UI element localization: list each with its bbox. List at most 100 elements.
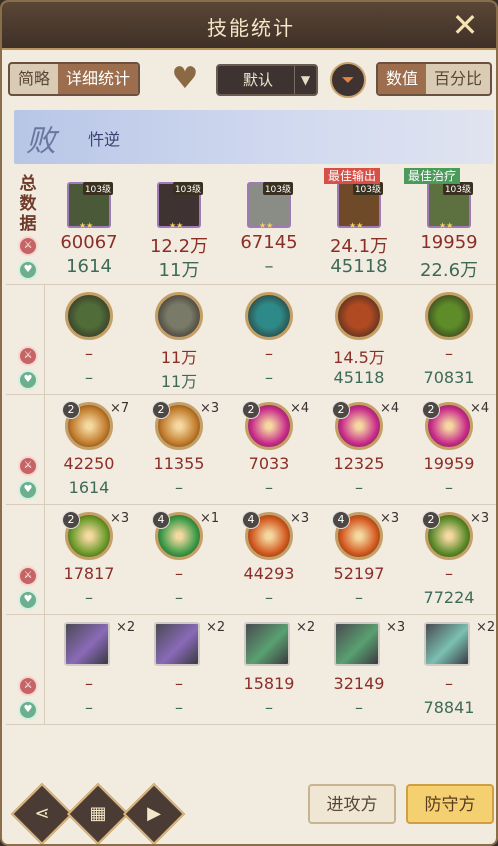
skill-cast-count: ×3 [200,401,220,416]
skill-level-badge: 2 [422,511,440,529]
stat-row: ×2 – – ×2 – – ×2 15819 – ×3 32149 – ×2 – 78841 [6,614,496,724]
heal-icon [18,590,38,610]
artifact-count: ×3 [386,620,406,635]
summary-char: 数 [19,194,37,214]
hero-portrait[interactable]: 103级 ★★ [427,182,473,230]
heal-icon [18,480,38,500]
stat-row: 2 ×3 17817 – 4 ×1 – – 4 ×3 44293 – 4 ×3 52197 – 2 ×3 – 7722… [6,504,496,614]
cell-heal: 78841 [423,698,475,717]
skill-cast-count: ×4 [470,401,490,416]
cell-heal: – [175,588,183,607]
hero-avatar-icon[interactable] [65,292,113,340]
hero-portrait[interactable]: 103级 ★★ [157,182,203,230]
skill-cast-count: ×4 [290,401,310,416]
defeat-seal: 败 [26,124,56,159]
cell-heal: – [265,588,273,607]
damage-icon [18,676,38,696]
tab-value[interactable]: 数值 [378,64,427,94]
artifact-icon[interactable]: ×2 [64,620,135,666]
artifact-icon[interactable]: ×2 [154,620,225,666]
replay-button[interactable]: ▦ [66,782,130,844]
cell-damage: 7033 [248,454,290,473]
share-icon: ⋖ [34,803,50,824]
hero-avatar-icon[interactable] [155,292,203,340]
hero-avatar-icon[interactable] [245,292,293,340]
hero-total-heal: 11万 [158,260,200,281]
hero-level: 103级 [82,182,113,195]
cell-damage: – [265,344,273,363]
skill-cast-count: ×3 [380,511,400,526]
cell-heal: 70831 [423,368,475,387]
artifact-count: ×2 [476,620,496,635]
skill-cast-count: ×3 [110,511,130,526]
result-banner: 败 忤逆 [14,110,494,164]
tab-summary[interactable]: 简略 [10,64,58,94]
damage-icon [18,236,38,256]
cell-damage: 11355 [153,454,205,473]
summary-char: 总 [19,174,37,194]
artifact-count: ×2 [116,620,136,635]
cell-heal: – [265,698,273,717]
hero-avatar-icon[interactable] [335,292,383,340]
hero-level: 103级 [172,182,203,195]
cell-damage: – [85,344,93,363]
skill-icon[interactable]: 2 ×4 [422,401,489,450]
skill-icon[interactable]: 4 ×1 [152,511,219,560]
row-divider [6,724,496,725]
skill-level-badge: 4 [152,511,170,529]
skill-icon[interactable]: 2 ×4 [242,401,309,450]
hero-portrait[interactable]: 103级 ★★ [337,182,383,230]
hero-level: 103级 [262,182,293,195]
skill-icon[interactable]: 2 ×3 [62,511,129,560]
hero-total-damage: 19959 [420,232,478,253]
cell-heal: – [265,368,273,387]
tab-attacker[interactable]: 进攻方 [308,784,396,824]
skill-cast-count: ×7 [110,401,130,416]
star-rating-icon: ★★ [259,221,274,230]
cell-damage: 52197 [333,564,385,583]
hero-total-heal: 1614 [66,256,112,277]
close-icon[interactable]: ✕ [448,8,482,42]
skill-icon[interactable]: 2 ×3 [152,401,219,450]
skill-icon[interactable]: 2 ×4 [332,401,399,450]
hero-portrait[interactable]: 103级 ★★ [67,182,113,230]
cell-heal: – [355,478,363,497]
skill-icon[interactable]: 2 ×7 [62,401,129,450]
heart-icon[interactable]: ♥ [168,64,202,94]
skill-level-badge: 2 [242,401,260,419]
tab-defender[interactable]: 防守方 [406,784,494,824]
panel-title: 技能统计 [207,16,295,40]
title-bar: 技能统计 ✕ [2,2,496,50]
skill-icon[interactable]: 2 ×3 [422,511,489,560]
summary-char: 据 [19,214,37,234]
artifact-icon[interactable]: ×2 [244,620,315,666]
summary-label: 总 数 据 [14,174,42,234]
tab-percent[interactable]: 百分比 [426,64,490,94]
cell-damage: – [445,564,453,583]
video-button[interactable]: ▶ [122,782,186,844]
cell-heal: – [85,368,93,387]
tab-detailed-stats[interactable]: 详细统计 [58,64,139,94]
cell-damage: 11万 [160,348,198,367]
artifact-icon[interactable]: ×3 [334,620,405,666]
hero-portrait[interactable]: 103级 ★★ [247,182,293,230]
skill-cast-count: ×1 [200,511,220,526]
sort-dropdown[interactable]: 默认 ▼ [216,64,318,96]
cell-heal: – [85,698,93,717]
replay-frame-icon: ▦ [89,803,107,824]
cell-heal: – [355,588,363,607]
artifact-icon[interactable]: ×2 [424,620,495,666]
view-mode-toggle: 简略 详细统计 [8,62,141,96]
skill-icon[interactable]: 4 ×3 [332,511,399,560]
cell-damage: 14.5万 [333,348,385,367]
hero-avatar-icon[interactable] [425,292,473,340]
star-rating-icon: ★★ [349,221,364,230]
skill-level-badge: 2 [62,401,80,419]
skill-icon[interactable]: 4 ×3 [242,511,309,560]
hero-summary-row: 总 数 据 103级 ★★ 60067 1614 103级 ★★ 12.2万 11万 103级 ★… [6,168,496,284]
video-icon: ▶ [147,803,161,824]
share-button[interactable]: ⋖ [10,782,74,844]
stat-row: 2 ×7 42250 1614 2 ×3 11355 – 2 ×4 7033 – 2 ×4 12325 – 2 ×… [6,394,496,504]
stat-row: – – 11万 11万 – – 14.5万45118 – 70831 [6,284,496,394]
filter-icon[interactable]: ⏷ [330,62,366,98]
